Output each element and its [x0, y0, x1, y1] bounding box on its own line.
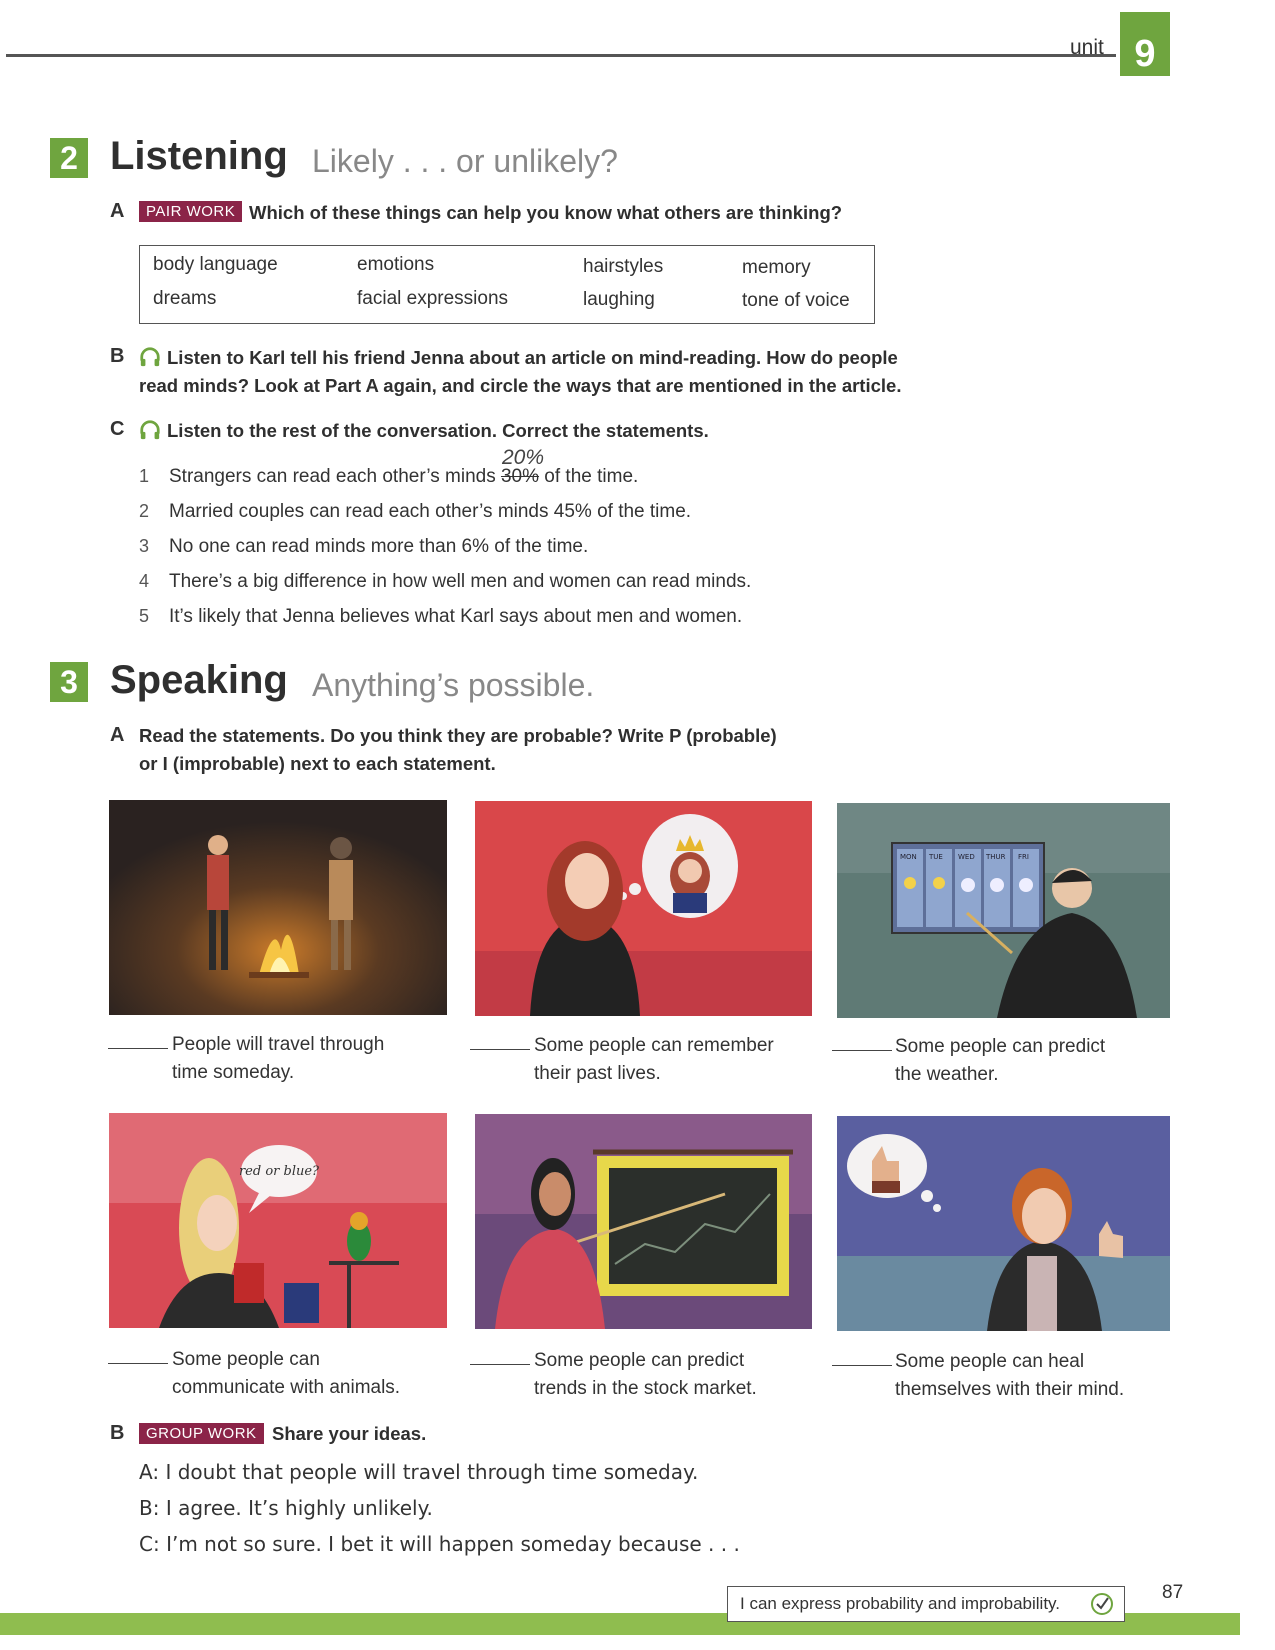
statement-text: Strangers can read each other’s minds — [169, 466, 501, 487]
part-b-instruction: Share your ideas. — [272, 1423, 427, 1444]
caption-animals: Some people can communicate with animals… — [172, 1346, 400, 1402]
statement-4: There’s a big difference in how well men… — [169, 571, 752, 592]
speaker-label: C: — [139, 1532, 160, 1556]
statement-number: 3 — [139, 536, 150, 556]
past-lives-illustration — [475, 801, 812, 1016]
caption-line: Some people can predict — [895, 1036, 1106, 1057]
section-3-title: Speaking — [110, 658, 288, 702]
dialog-text: I agree. It’s highly unlikely. — [165, 1496, 433, 1520]
statement-text: of the time. — [539, 466, 639, 487]
caption-line: the weather. — [895, 1064, 999, 1085]
word-box: body language emotions hairstyles memory… — [139, 245, 875, 324]
caption-line: Some people can heal — [895, 1351, 1085, 1372]
word-item: dreams — [153, 288, 217, 309]
statement-2: Married couples can read each other’s mi… — [169, 501, 692, 522]
headphones-icon — [140, 347, 160, 367]
caption-weather: Some people can predict the weather. — [895, 1033, 1105, 1089]
caption-stock-market: Some people can predict trends in the st… — [534, 1347, 757, 1403]
statement-number: 2 — [139, 501, 150, 521]
caption-line: communicate with animals. — [172, 1377, 401, 1398]
part-b-line-2: read minds? Look at Part A again, and ci… — [139, 375, 902, 396]
weather-day-label: THUR — [985, 853, 1006, 861]
checkmark-icon — [1091, 1593, 1113, 1615]
dialog-line-c: C: I’m not so sure. I bet it will happen… — [139, 1532, 740, 1556]
statement-number: 4 — [139, 571, 150, 591]
page-number: 87 — [1162, 1582, 1184, 1603]
can-do-text: I can express probability and improbabil… — [740, 1594, 1061, 1613]
weather-day-label: MON — [900, 853, 917, 861]
statement-number: 1 — [139, 466, 150, 486]
unit-label: unit — [1070, 36, 1104, 59]
dialog-text: I doubt that people will travel through … — [165, 1460, 699, 1484]
answer-blank[interactable] — [470, 1048, 530, 1050]
group-work-badge: GROUP WORK — [139, 1423, 264, 1444]
healing-illustration — [837, 1116, 1170, 1331]
caption-line: Some people can remember — [534, 1035, 774, 1056]
word-item: body language — [153, 254, 278, 275]
dialog-line-a: A: I doubt that people will travel throu… — [139, 1460, 698, 1484]
campfire-illustration — [109, 800, 447, 1015]
caption-past-lives: Some people can remember their past live… — [534, 1032, 774, 1088]
answer-blank[interactable] — [108, 1047, 168, 1049]
part-b-instruction: Listen to Karl tell his friend Jenna abo… — [139, 344, 898, 372]
can-do-box: I can express probability and improbabil… — [727, 1586, 1125, 1622]
answer-blank[interactable] — [832, 1049, 892, 1051]
caption-healing: Some people can heal themselves with the… — [895, 1348, 1124, 1404]
unit-number: 9 — [1120, 12, 1170, 76]
speaker-label: B: — [139, 1496, 160, 1520]
caption-line: their past lives. — [534, 1063, 661, 1084]
part-b-line-1: Listen to Karl tell his friend Jenna abo… — [167, 347, 898, 368]
dialog-text: I’m not so sure. I bet it will happen so… — [166, 1532, 740, 1556]
part-a-letter: A — [110, 200, 125, 222]
weather-day-label: WED — [958, 853, 975, 861]
caption-line: themselves with their mind. — [895, 1379, 1125, 1400]
section-2-subtitle: Likely . . . or unlikely? — [312, 143, 618, 179]
caption-line: People will travel through — [172, 1034, 385, 1055]
part-c-letter: C — [110, 418, 125, 440]
answer-blank[interactable] — [832, 1364, 892, 1366]
caption-line: trends in the stock market. — [534, 1378, 757, 1399]
section-3-part-a-line-1: Read the statements. Do you think they a… — [139, 725, 777, 746]
weather-illustration: MON TUE WED THUR FRI — [837, 803, 1170, 1018]
word-item: facial expressions — [357, 288, 509, 309]
word-item: laughing — [583, 289, 655, 310]
caption-line: time someday. — [172, 1062, 295, 1083]
answer-blank[interactable] — [470, 1363, 530, 1365]
weather-day-label: TUE — [928, 853, 943, 861]
dialog-line-b: B: I agree. It’s highly unlikely. — [139, 1496, 433, 1520]
answer-blank[interactable] — [108, 1362, 168, 1364]
section-3-subtitle: Anything’s possible. — [312, 667, 595, 703]
word-item: emotions — [357, 254, 435, 275]
word-item: hairstyles — [583, 256, 664, 277]
word-item: tone of voice — [742, 290, 850, 311]
section-2-title: Listening — [110, 134, 288, 178]
part-a-instruction: Which of these things can help you know … — [249, 202, 843, 223]
section-3-part-a-line-2: or I (improbable) next to each statement… — [139, 753, 496, 774]
animals-illustration: red or blue? — [109, 1113, 447, 1328]
part-b-letter: B — [110, 1422, 125, 1444]
part-a-letter: A — [110, 724, 125, 746]
stock-market-illustration — [475, 1114, 812, 1329]
caption-time-travel: People will travel through time someday. — [172, 1031, 384, 1087]
caption-line: Some people can — [172, 1349, 320, 1370]
speech-bubble-text: red or blue? — [239, 1164, 320, 1179]
header-rule — [6, 54, 1116, 57]
headphones-icon — [140, 420, 160, 440]
pair-work-badge: PAIR WORK — [139, 201, 243, 222]
section-2-number: 2 — [50, 138, 88, 178]
statement-1: Strangers can read each other’s minds 30… — [169, 466, 638, 488]
speaker-label: A: — [139, 1460, 160, 1484]
statement-number: 5 — [139, 606, 150, 626]
word-item: memory — [742, 257, 811, 278]
weather-day-label: FRI — [1018, 853, 1029, 861]
part-c-instruction: Listen to the rest of the conversation. … — [139, 417, 709, 445]
part-c-instruction-text: Listen to the rest of the conversation. … — [167, 420, 709, 441]
section-3-number: 3 — [50, 662, 88, 702]
statement-3: No one can read minds more than 6% of th… — [169, 536, 589, 557]
part-b-letter: B — [110, 345, 125, 367]
caption-line: Some people can predict — [534, 1350, 745, 1371]
struck-value: 30% — [500, 466, 540, 487]
statement-5: It’s likely that Jenna believes what Kar… — [169, 606, 743, 627]
